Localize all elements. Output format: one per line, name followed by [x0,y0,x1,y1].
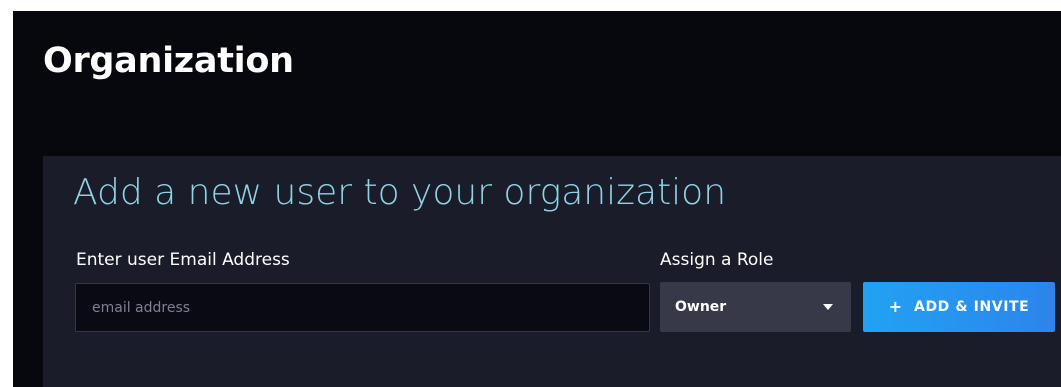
role-label: Assign a Role [660,250,774,270]
add-user-panel: Add a new user to your organization Ente… [43,156,1061,387]
add-invite-label: ADD & INVITE [914,299,1030,315]
add-invite-button[interactable]: + ADD & INVITE [863,282,1055,332]
role-selected-value: Owner [675,299,727,315]
plus-icon: + [888,297,903,316]
email-label: Enter user Email Address [76,250,290,270]
caret-down-icon [823,304,833,310]
add-user-heading: Add a new user to your organization [73,172,727,213]
page-title: Organization [43,41,294,81]
email-input[interactable] [75,283,650,332]
organization-page: Organization Add a new user to your orga… [13,11,1061,387]
role-select[interactable]: Owner [660,282,851,332]
